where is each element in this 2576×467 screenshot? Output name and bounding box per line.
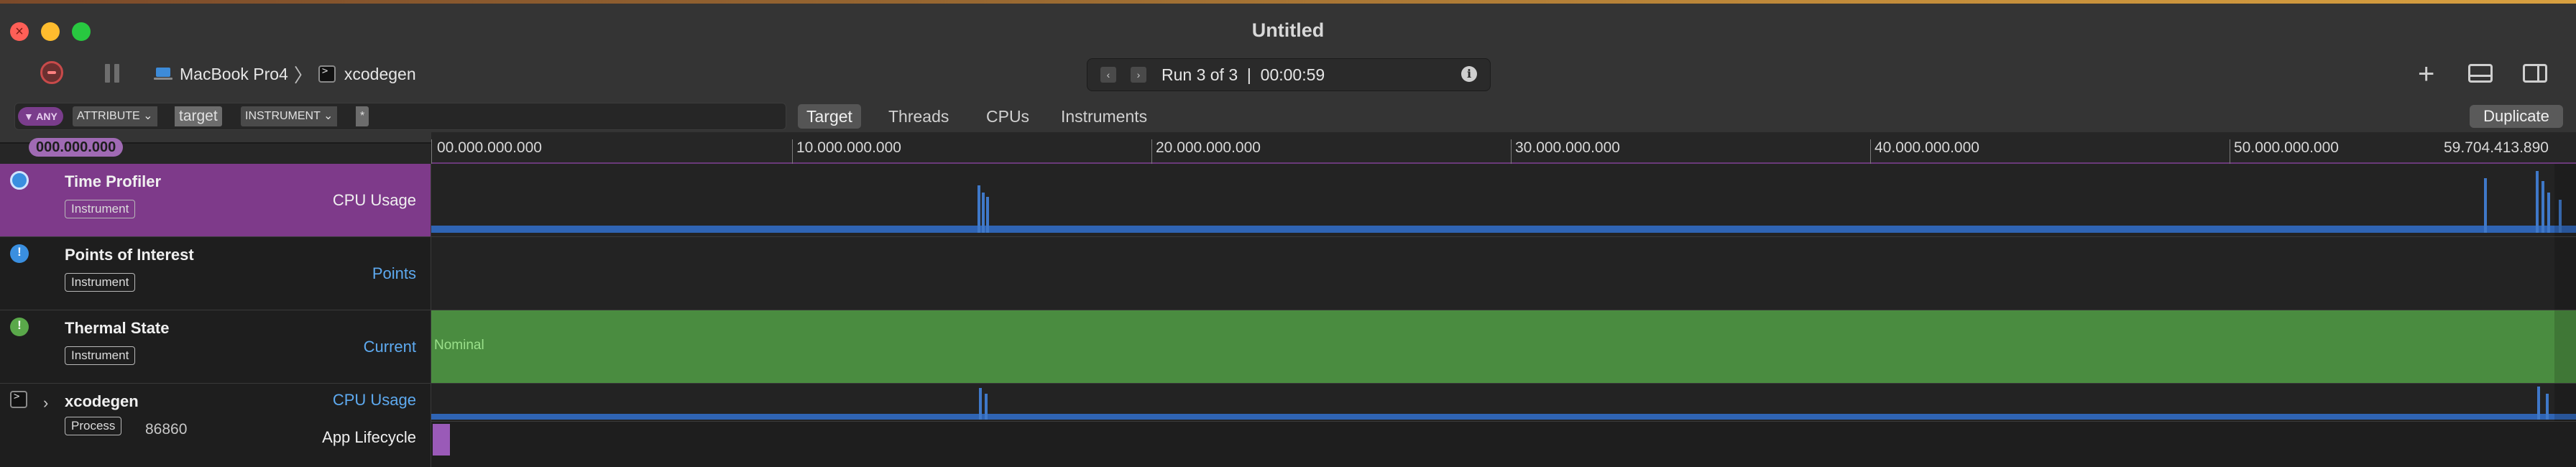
track-header-points-of-interest[interactable]: Points of Interest Instrument Points xyxy=(0,237,431,310)
app-lifecycle-label[interactable]: App Lifecycle xyxy=(322,428,416,447)
laptop-icon xyxy=(154,68,172,80)
filter-any-pill[interactable]: ▼ ANY xyxy=(18,107,63,126)
tab-target[interactable]: Target xyxy=(798,104,861,129)
track-header-time-profiler[interactable]: Time Profiler Instrument CPU Usage xyxy=(0,164,431,236)
ruler-tick-label: 40.000.000.000 xyxy=(1874,139,1979,156)
breadcrumb-separator: 〉 xyxy=(293,64,313,86)
time-ruler[interactable]: 00.000.000.000 10.000.000.000 20.000.000… xyxy=(431,132,2576,164)
thermal-state-value: Nominal xyxy=(434,338,484,353)
window-toolbar: × Untitled MacBook Pro4 〉 xcodegen ‹ › R… xyxy=(0,4,2576,144)
cpu-usage-spike xyxy=(2547,193,2550,233)
track-name: Time Profiler xyxy=(65,172,162,190)
track-type-tag: Instrument xyxy=(65,273,136,292)
record-button[interactable] xyxy=(40,61,63,84)
ruler-tick-label: 30.000.000.000 xyxy=(1515,139,1620,156)
terminal-icon xyxy=(10,391,27,408)
ruler-tick xyxy=(1151,139,1152,164)
cpu-usage-baseline xyxy=(431,414,2576,420)
previous-run-button[interactable]: ‹ xyxy=(1100,67,1116,83)
cpu-usage-spike xyxy=(982,193,985,233)
cpu-usage-graph[interactable] xyxy=(431,164,2576,236)
cpu-usage-baseline xyxy=(431,226,2576,233)
terminal-icon xyxy=(318,65,336,83)
ruler-tick-label: 50.000.000.000 xyxy=(2234,139,2339,156)
filter-field[interactable]: ▼ ANY ATTRIBUTE ⌄ target INSTRUMENT ⌄ * xyxy=(14,103,786,130)
filter-instrument-token[interactable]: INSTRUMENT ⌄ xyxy=(241,106,338,126)
track-graph-label[interactable]: CPU Usage xyxy=(333,391,416,410)
thermal-state-graph[interactable]: Nominal xyxy=(431,310,2576,383)
process-cpu-usage-graph[interactable] xyxy=(431,384,2576,421)
graph-end-shade xyxy=(2554,384,2576,421)
toggle-inspector-pane-icon[interactable] xyxy=(2523,64,2547,83)
cpu-usage-spike xyxy=(2542,181,2544,233)
cpu-usage-spike xyxy=(2537,387,2540,420)
track-graph-label[interactable]: Current xyxy=(364,338,416,356)
filter-attribute-value[interactable]: target xyxy=(175,106,222,126)
track-row-points-of-interest[interactable]: Points of Interest Instrument Points xyxy=(0,237,2576,310)
track-graph-label[interactable]: Points xyxy=(372,264,416,283)
cpu-usage-spike xyxy=(2546,394,2549,420)
track-row-thermal-state[interactable]: Thermal State Instrument Current Nominal xyxy=(0,310,2576,384)
cpu-usage-spike xyxy=(979,388,982,420)
ruler-tick-label: 00.000.000.000 xyxy=(437,139,542,156)
track-type-tag: Instrument xyxy=(65,200,136,218)
tab-cpus[interactable]: CPUs xyxy=(978,104,1038,129)
ruler-end-time: 59.704.413.890 xyxy=(2444,139,2549,156)
filter-instrument-value[interactable]: * xyxy=(356,106,369,126)
cpu-usage-spike xyxy=(986,197,989,233)
ruler-tick xyxy=(1511,139,1512,164)
info-icon[interactable]: i xyxy=(1461,66,1477,82)
tab-instruments[interactable]: Instruments xyxy=(1052,104,1156,129)
cpu-usage-spike xyxy=(985,394,988,420)
process-id: 86860 xyxy=(145,421,188,438)
window-title: Untitled xyxy=(1251,19,1325,41)
cpu-usage-spike xyxy=(978,185,980,233)
cursor-time-pill: 000.000.000 xyxy=(29,138,124,157)
track-row-xcodegen[interactable]: › xcodegen Process 86860 CPU Usage App L… xyxy=(0,384,2576,467)
device-name: MacBook Pro4 xyxy=(180,64,288,83)
track-type-tag: Process xyxy=(65,417,122,435)
ruler-tick-label: 20.000.000.000 xyxy=(1156,139,1261,156)
thermal-nominal-band: Nominal xyxy=(431,310,2576,383)
time-profiler-icon xyxy=(10,171,29,190)
ruler-tick xyxy=(792,139,793,164)
add-instrument-button[interactable]: + xyxy=(2418,60,2434,88)
target-process-name: xcodegen xyxy=(344,64,416,83)
points-of-interest-icon xyxy=(10,244,29,263)
run-status-text: Run 3 of 3 | 00:00:59 xyxy=(1162,65,1325,84)
expand-disclosure-icon[interactable]: › xyxy=(43,394,48,412)
filter-attribute-token[interactable]: ATTRIBUTE ⌄ xyxy=(73,106,157,126)
track-name: Points of Interest xyxy=(65,246,194,264)
graph-end-shade xyxy=(2554,310,2576,383)
ruler-tick xyxy=(1870,139,1871,164)
thermal-state-icon xyxy=(10,318,29,336)
track-name: xcodegen xyxy=(65,392,139,410)
track-header-thermal-state[interactable]: Thermal State Instrument Current xyxy=(0,310,431,383)
points-graph[interactable] xyxy=(431,237,2576,310)
track-name: Thermal State xyxy=(65,319,170,337)
cpu-usage-spike xyxy=(2484,178,2487,233)
duplicate-button[interactable]: Duplicate xyxy=(2470,105,2563,128)
subtrack-divider xyxy=(431,421,2576,422)
tab-threads[interactable]: Threads xyxy=(880,104,957,129)
app-lifecycle-launch-marker[interactable] xyxy=(433,424,450,456)
track-type-tag: Instrument xyxy=(65,346,136,365)
track-header-xcodegen[interactable]: › xcodegen Process 86860 CPU Usage App L… xyxy=(0,384,431,467)
next-run-button[interactable]: › xyxy=(1131,67,1146,83)
graph-end-shade xyxy=(2554,164,2576,236)
graph-end-shade xyxy=(2554,237,2576,310)
toggle-detail-pane-icon[interactable] xyxy=(2468,64,2493,83)
pause-button[interactable] xyxy=(105,64,121,83)
track-row-time-profiler[interactable]: Time Profiler Instrument CPU Usage xyxy=(0,164,2576,237)
run-status-box: ‹ › Run 3 of 3 | 00:00:59 i xyxy=(1087,58,1491,91)
cpu-usage-spike xyxy=(2536,171,2539,233)
ruler-tick xyxy=(431,139,432,164)
ruler-tick-label: 10.000.000.000 xyxy=(796,139,901,156)
target-breadcrumb[interactable]: MacBook Pro4 〉 xcodegen xyxy=(154,63,416,86)
track-graph-label[interactable]: CPU Usage xyxy=(333,191,416,210)
